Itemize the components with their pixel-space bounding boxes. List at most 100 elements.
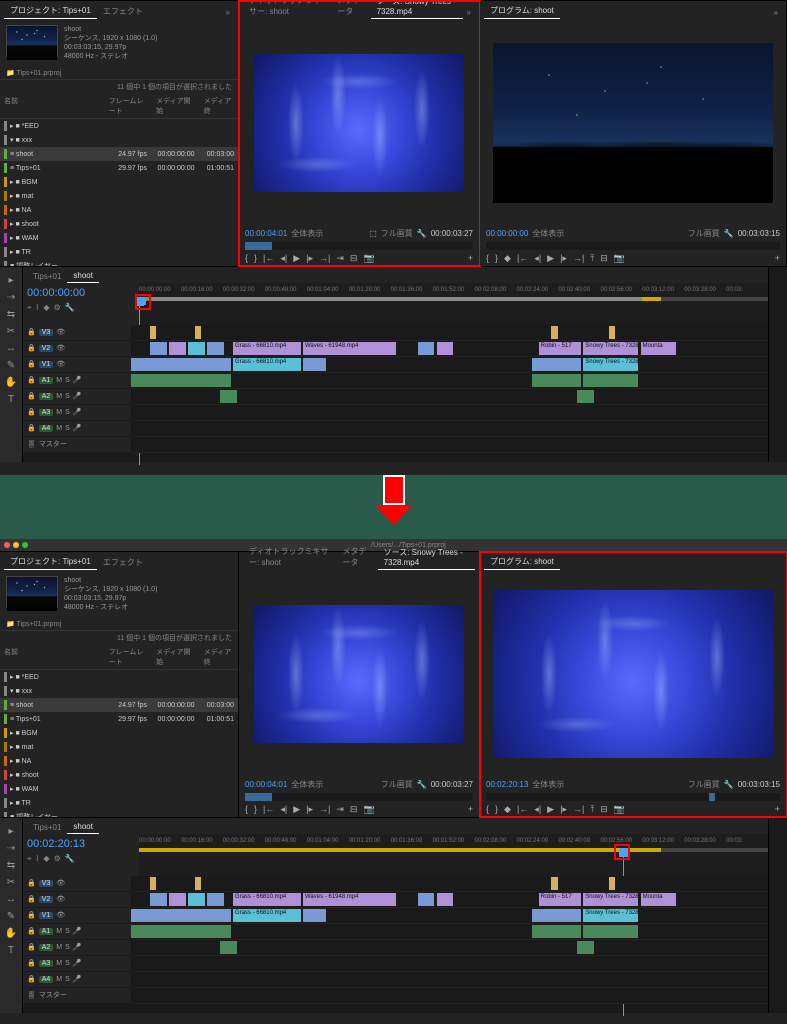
clip[interactable] [188, 893, 205, 906]
mark-out-icon[interactable]: } [254, 253, 257, 264]
step-fwd-icon[interactable]: |▸ [560, 253, 567, 264]
project-tree[interactable]: ▸ ■ *EED ▾ ■ xxx ≡ shoot24.97 fps00:00:0… [0, 670, 238, 817]
wrench-icon[interactable]: 🔧 [65, 303, 75, 313]
overwrite-icon[interactable]: ⊟ [350, 804, 358, 815]
source-preview[interactable] [254, 54, 464, 192]
clip[interactable] [583, 374, 638, 387]
play-icon[interactable]: ▶ [293, 253, 300, 264]
snap-icon[interactable]: ⌖ [27, 303, 32, 313]
tab-source[interactable]: ソース: Snowy Trees - 7328.mp4 [378, 545, 475, 570]
tree-row[interactable]: ▸ ■ BGM [0, 175, 238, 189]
add-button-icon[interactable]: + [468, 804, 473, 815]
razor-tool-icon[interactable]: ✂ [7, 877, 15, 888]
settings-icon[interactable]: ⚙ [54, 303, 61, 313]
slip-tool-icon[interactable]: ↔ [6, 894, 16, 905]
clip[interactable] [195, 877, 201, 890]
pen-tool-icon[interactable]: ✎ [7, 360, 15, 371]
fit-dropdown[interactable]: 全体表示 [532, 228, 564, 239]
go-in-icon[interactable]: |← [517, 804, 528, 815]
clip[interactable] [418, 342, 435, 355]
go-out-icon[interactable]: →| [573, 253, 584, 264]
mark-in-icon[interactable]: { [486, 253, 489, 264]
tree-row[interactable]: ▸ ■ *EED [0, 119, 238, 133]
tree-row[interactable]: ▸ ■ mat [0, 189, 238, 203]
clip[interactable]: Grass - 66810.mp4 [233, 909, 301, 922]
clip[interactable]: Grass - 66810.mp4 [233, 893, 301, 906]
clip[interactable] [583, 925, 638, 938]
tab-program[interactable]: プログラム: shoot [484, 554, 560, 570]
export-frame-icon[interactable]: 📷 [363, 253, 374, 264]
type-tool-icon[interactable]: T [8, 945, 14, 956]
panel-menu-icon[interactable]: » [770, 6, 782, 19]
marker-icon[interactable]: ◆ [504, 253, 511, 264]
clip[interactable] [303, 909, 326, 922]
tree-row[interactable]: ▸ ■ shoot [0, 768, 238, 782]
marker-icon[interactable]: ◆ [43, 303, 49, 313]
tree-row[interactable]: ▸ ■ TR [0, 245, 238, 259]
clip[interactable] [532, 374, 581, 387]
tree-row[interactable]: ▸ ■ NA [0, 754, 238, 768]
tree-row[interactable]: ≡ shoot24.97 fps00:00:00:0000:03:00 [0, 698, 238, 712]
clip[interactable] [169, 893, 186, 906]
selection-tool-icon[interactable]: ▸ [8, 275, 13, 286]
step-fwd-icon[interactable]: |▸ [560, 804, 567, 815]
tree-row[interactable]: ■ 調整レイヤー [0, 810, 238, 817]
tree-row[interactable]: ▸ ■ *EED [0, 670, 238, 684]
clip[interactable] [169, 342, 186, 355]
clip[interactable] [551, 877, 557, 890]
track-content[interactable]: Grass - 66810.mp4Waves - 61948.mp4Robin … [131, 876, 768, 1004]
wrench-icon[interactable]: 🔧 [417, 780, 427, 789]
clip[interactable] [532, 358, 581, 371]
tree-row[interactable]: ▸ ■ WAM [0, 782, 238, 796]
timeline-scrollbar[interactable] [23, 1004, 768, 1013]
timeline-tab-tips[interactable]: Tips+01 [27, 270, 67, 283]
tree-row[interactable]: ▾ ■ xxx [0, 133, 238, 147]
tree-row[interactable]: ▸ ■ TR [0, 796, 238, 810]
overwrite-icon[interactable]: ⊟ [350, 253, 358, 264]
clip[interactable] [150, 326, 156, 339]
timeline-tab-shoot[interactable]: shoot [67, 269, 99, 283]
mark-in-icon[interactable]: { [245, 804, 248, 815]
track-select-icon[interactable]: ⇢ [7, 292, 15, 303]
clip[interactable] [176, 358, 231, 371]
pen-tool-icon[interactable]: ✎ [7, 911, 15, 922]
tab-metadata[interactable]: メタデータ [331, 0, 370, 19]
clip[interactable] [195, 326, 201, 339]
tab-effects[interactable]: エフェクト [97, 555, 149, 570]
ripple-tool-icon[interactable]: ⇆ [7, 860, 15, 871]
timeline-tab-shoot[interactable]: shoot [67, 820, 99, 834]
go-out-icon[interactable]: →| [319, 253, 330, 264]
mark-out-icon[interactable]: } [495, 804, 498, 815]
project-tree[interactable]: ▸ ■ *EED ▾ ■ xxx ≡ shoot24.97 fps00:00:0… [0, 119, 238, 266]
panel-menu-icon[interactable]: » [463, 6, 475, 19]
tree-row[interactable]: ▸ ■ shoot [0, 217, 238, 231]
lift-icon[interactable]: ⤒ [590, 253, 594, 264]
clip[interactable] [176, 909, 231, 922]
clip[interactable] [303, 358, 326, 371]
clip[interactable] [131, 358, 180, 371]
clip[interactable] [150, 893, 167, 906]
marker-icon[interactable]: ◆ [43, 854, 49, 864]
clip[interactable] [150, 877, 156, 890]
timeline-tab-tips[interactable]: Tips+01 [27, 821, 67, 834]
type-tool-icon[interactable]: T [8, 394, 14, 405]
wrench-icon[interactable]: 🔧 [724, 780, 734, 789]
wrench-icon[interactable]: 🔧 [417, 229, 427, 238]
tree-row[interactable]: ▾ ■ xxx [0, 684, 238, 698]
selection-tool-icon[interactable]: ▸ [8, 826, 13, 837]
step-back-icon[interactable]: ◂| [534, 804, 541, 815]
clip[interactable] [577, 390, 594, 403]
tab-project[interactable]: プロジェクト: Tips+01 [4, 3, 97, 19]
clip[interactable]: Snowy Trees - 7328 [583, 358, 638, 371]
track-headers[interactable]: 🔒V3👁🔒V2👁🔒V1👁🔒A1MS🎤🔒A2MS🎤🔒A3MS🎤🔒A4MS🎤🎚マスタ… [23, 876, 131, 1004]
export-frame-icon[interactable]: 📷 [614, 804, 625, 815]
time-ruler[interactable]: 00:00:00:0000:00:16:0000:00:32:0000:00:4… [139, 834, 768, 876]
extract-icon[interactable]: ⊟ [600, 253, 608, 264]
quality-dropdown[interactable]: フル画質 [381, 228, 413, 239]
step-back-icon[interactable]: ◂| [280, 804, 287, 815]
clip[interactable] [150, 342, 167, 355]
tree-row[interactable]: ▸ ■ WAM [0, 231, 238, 245]
add-button-icon[interactable]: + [775, 804, 780, 815]
insert-icon[interactable]: ⇥ [336, 804, 344, 815]
step-back-icon[interactable]: ◂| [534, 253, 541, 264]
